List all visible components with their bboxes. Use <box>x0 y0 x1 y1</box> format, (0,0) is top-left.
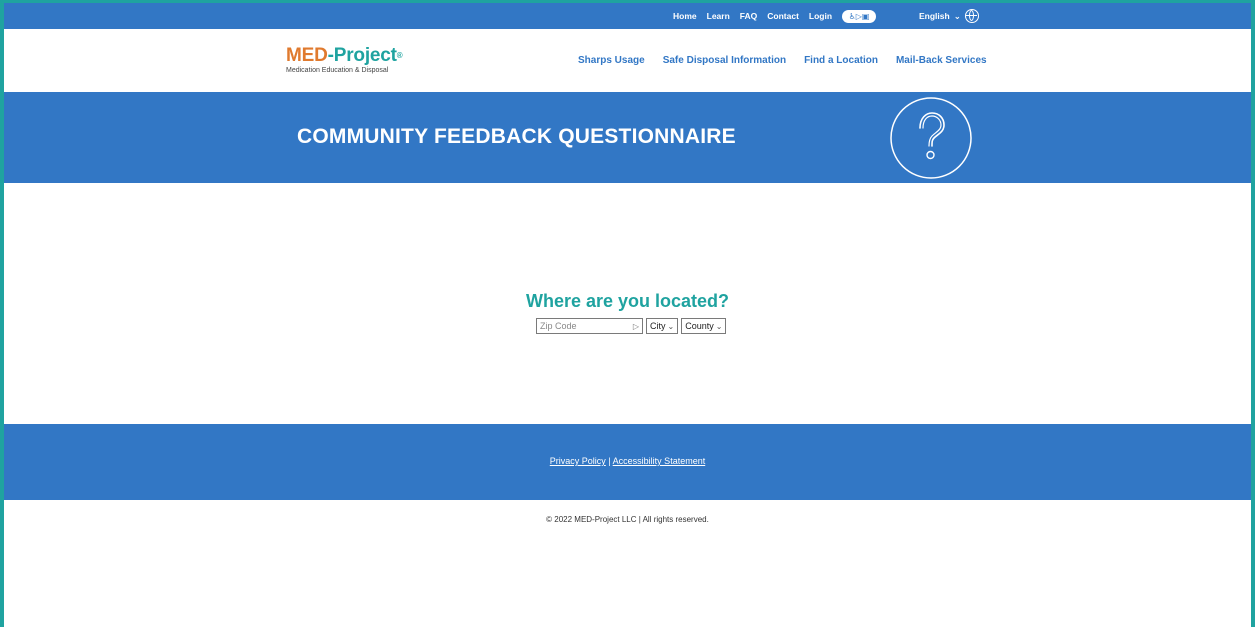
copyright-text: © 2022 MED-Project LLC | All rights rese… <box>546 515 709 524</box>
county-select[interactable]: County ⌄ <box>681 318 727 334</box>
city-select-label: City <box>650 321 666 331</box>
main-content: Where are you located? ▷ City ⌄ County ⌄ <box>4 183 1251 424</box>
language-selector[interactable]: English ⌄ <box>919 3 979 29</box>
chevron-down-icon: ⌄ <box>715 321 723 331</box>
nav-find-a-location[interactable]: Find a Location <box>804 55 878 66</box>
accessibility-icon: ♿▷▣ <box>848 11 870 21</box>
top-nav-login[interactable]: Login <box>809 11 832 21</box>
zip-code-input[interactable] <box>540 321 630 331</box>
med-project-logo[interactable]: MED-Project® Medication Education & Disp… <box>286 45 403 75</box>
top-nav-learn[interactable]: Learn <box>707 11 730 21</box>
chevron-down-icon: ⌄ <box>953 10 961 21</box>
question-mark-icon <box>890 97 972 179</box>
page-title: COMMUNITY FEEDBACK QUESTIONNAIRE <box>297 125 736 148</box>
site-footer: Privacy Policy | Accessibility Statement <box>4 424 1251 500</box>
logo-title: MED-Project® <box>286 45 403 66</box>
top-nav: Home Learn FAQ Contact Login ♿▷▣ <box>673 3 877 29</box>
accessibility-statement-link[interactable]: Accessibility Statement <box>613 456 706 466</box>
site-header: MED-Project® Medication Education & Disp… <box>4 29 1251 92</box>
logo-registered-mark: ® <box>396 51 403 60</box>
top-nav-home[interactable]: Home <box>673 11 697 21</box>
county-select-label: County <box>685 321 714 331</box>
zip-submit-icon[interactable]: ▷ <box>633 322 639 331</box>
top-nav-faq[interactable]: FAQ <box>740 11 757 21</box>
logo-project-text: Project <box>333 45 397 66</box>
top-nav-contact[interactable]: Contact <box>767 11 799 21</box>
footer-links: Privacy Policy | Accessibility Statement <box>4 456 1251 466</box>
accessibility-toggle-button[interactable]: ♿▷▣ <box>842 9 877 23</box>
globe-icon <box>964 9 979 23</box>
main-nav: Sharps Usage Safe Disposal Information F… <box>578 55 987 66</box>
city-select[interactable]: City ⌄ <box>646 318 679 334</box>
top-utility-bar: Home Learn FAQ Contact Login ♿▷▣ English… <box>4 3 1251 29</box>
chevron-down-icon: ⌄ <box>667 321 675 331</box>
location-question-heading: Where are you located? <box>525 291 730 311</box>
zip-code-field[interactable]: ▷ <box>536 318 643 334</box>
privacy-policy-link[interactable]: Privacy Policy <box>550 456 606 466</box>
location-form: ▷ City ⌄ County ⌄ <box>536 318 727 334</box>
page-frame: Home Learn FAQ Contact Login ♿▷▣ English… <box>0 0 1255 627</box>
hero-banner: COMMUNITY FEEDBACK QUESTIONNAIRE <box>4 92 1251 183</box>
footer-separator: | <box>608 456 611 466</box>
language-label: English <box>919 11 950 21</box>
nav-mail-back-services[interactable]: Mail-Back Services <box>896 55 987 66</box>
nav-sharps-usage[interactable]: Sharps Usage <box>578 55 645 66</box>
nav-safe-disposal-information[interactable]: Safe Disposal Information <box>663 55 786 66</box>
logo-subtitle: Medication Education & Disposal <box>286 67 389 74</box>
logo-med-text: MED <box>286 45 328 66</box>
